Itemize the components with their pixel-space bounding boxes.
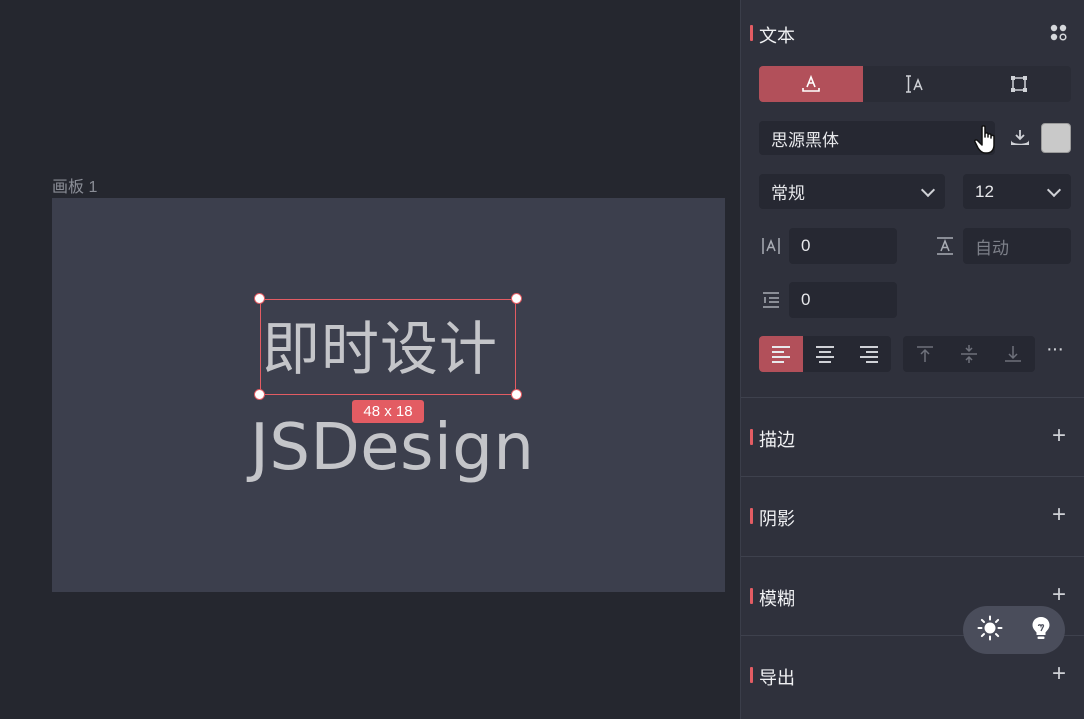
resize-handle-top-right[interactable] bbox=[511, 293, 522, 304]
align-middle-button[interactable] bbox=[947, 336, 991, 372]
letter-spacing-input[interactable]: 0 bbox=[789, 228, 897, 264]
font-download-icon[interactable] bbox=[1009, 128, 1031, 153]
add-export-button[interactable]: + bbox=[1052, 662, 1066, 686]
align-middle-icon bbox=[961, 345, 977, 363]
section-title-text: 文本 bbox=[750, 22, 795, 48]
paragraph-spacing-input[interactable]: 0 bbox=[789, 282, 897, 318]
align-center-icon bbox=[816, 345, 834, 363]
canvas-area[interactable]: 画板 1 即时设计 JSDesign 48 x 18 bbox=[0, 0, 740, 719]
frame-mode[interactable] bbox=[967, 66, 1071, 102]
text-color-swatch[interactable] bbox=[1041, 123, 1071, 153]
floating-toolbar bbox=[963, 606, 1065, 654]
font-size-select[interactable]: 12 bbox=[963, 174, 1071, 209]
board-label[interactable]: 画板 1 bbox=[52, 173, 97, 197]
section-title-blur: 模糊 bbox=[750, 585, 795, 611]
bulb-icon bbox=[1032, 616, 1049, 639]
line-height-icon bbox=[935, 236, 955, 261]
align-right-button[interactable] bbox=[847, 336, 891, 372]
font-family-select[interactable]: 思源黑体 bbox=[759, 121, 995, 155]
line-height-input[interactable]: 自动 bbox=[963, 228, 1071, 264]
divider bbox=[741, 397, 1084, 398]
align-right-icon bbox=[860, 345, 878, 363]
align-bottom-button[interactable] bbox=[991, 336, 1035, 372]
resize-handle-bottom-left[interactable] bbox=[254, 389, 265, 400]
text-auto-height-icon bbox=[906, 75, 923, 93]
paragraph-spacing-icon bbox=[761, 290, 781, 315]
components-icon[interactable] bbox=[1050, 24, 1068, 42]
font-family-value: 思源黑体 bbox=[771, 130, 839, 150]
properties-panel: 文本 思源黑体 常规 12 0 自动 0 ··· 描边 + 阴影 + 模糊 + … bbox=[740, 0, 1084, 719]
theme-toggle-button[interactable] bbox=[977, 615, 1003, 646]
chevron-down-icon bbox=[1046, 182, 1062, 197]
align-bottom-icon bbox=[1005, 346, 1021, 362]
font-weight-select[interactable]: 常规 bbox=[759, 174, 945, 209]
text-mode-segmented bbox=[759, 66, 1071, 102]
divider bbox=[741, 476, 1084, 477]
align-top-button[interactable] bbox=[903, 336, 947, 372]
add-blur-button[interactable]: + bbox=[1052, 583, 1066, 607]
text-box-mode[interactable] bbox=[759, 66, 863, 102]
letter-spacing-value: 0 bbox=[801, 236, 811, 255]
align-left-button[interactable] bbox=[759, 336, 803, 372]
section-title-stroke: 描边 bbox=[750, 426, 795, 452]
vertical-align-group bbox=[903, 336, 1035, 372]
selection-box[interactable] bbox=[260, 299, 516, 395]
size-badge: 48 x 18 bbox=[352, 400, 424, 423]
text-box-icon bbox=[802, 74, 820, 92]
divider bbox=[741, 556, 1084, 557]
align-left-icon bbox=[772, 345, 790, 363]
add-stroke-button[interactable]: + bbox=[1052, 424, 1066, 448]
resize-handle-bottom-right[interactable] bbox=[511, 389, 522, 400]
chevron-down-icon bbox=[920, 182, 936, 197]
horizontal-align-group bbox=[759, 336, 891, 372]
line-height-placeholder: 自动 bbox=[975, 238, 1009, 258]
paragraph-spacing-value: 0 bbox=[801, 290, 811, 309]
pointer-hand-icon bbox=[972, 124, 1002, 161]
font-size-value: 12 bbox=[975, 181, 994, 201]
font-weight-value: 常规 bbox=[771, 184, 805, 203]
align-top-icon bbox=[917, 346, 933, 362]
frame-icon bbox=[1011, 76, 1027, 92]
artboard[interactable] bbox=[52, 198, 725, 592]
tips-button[interactable] bbox=[1030, 615, 1052, 646]
add-shadow-button[interactable]: + bbox=[1052, 503, 1066, 527]
letter-spacing-icon bbox=[761, 236, 781, 261]
resize-handle-top-left[interactable] bbox=[254, 293, 265, 304]
section-title-export: 导出 bbox=[750, 664, 795, 690]
align-center-button[interactable] bbox=[803, 336, 847, 372]
sun-icon bbox=[977, 615, 1002, 640]
text-auto-height-mode[interactable] bbox=[863, 66, 967, 102]
more-options-button[interactable]: ··· bbox=[1046, 338, 1064, 361]
section-title-shadow: 阴影 bbox=[750, 505, 795, 531]
